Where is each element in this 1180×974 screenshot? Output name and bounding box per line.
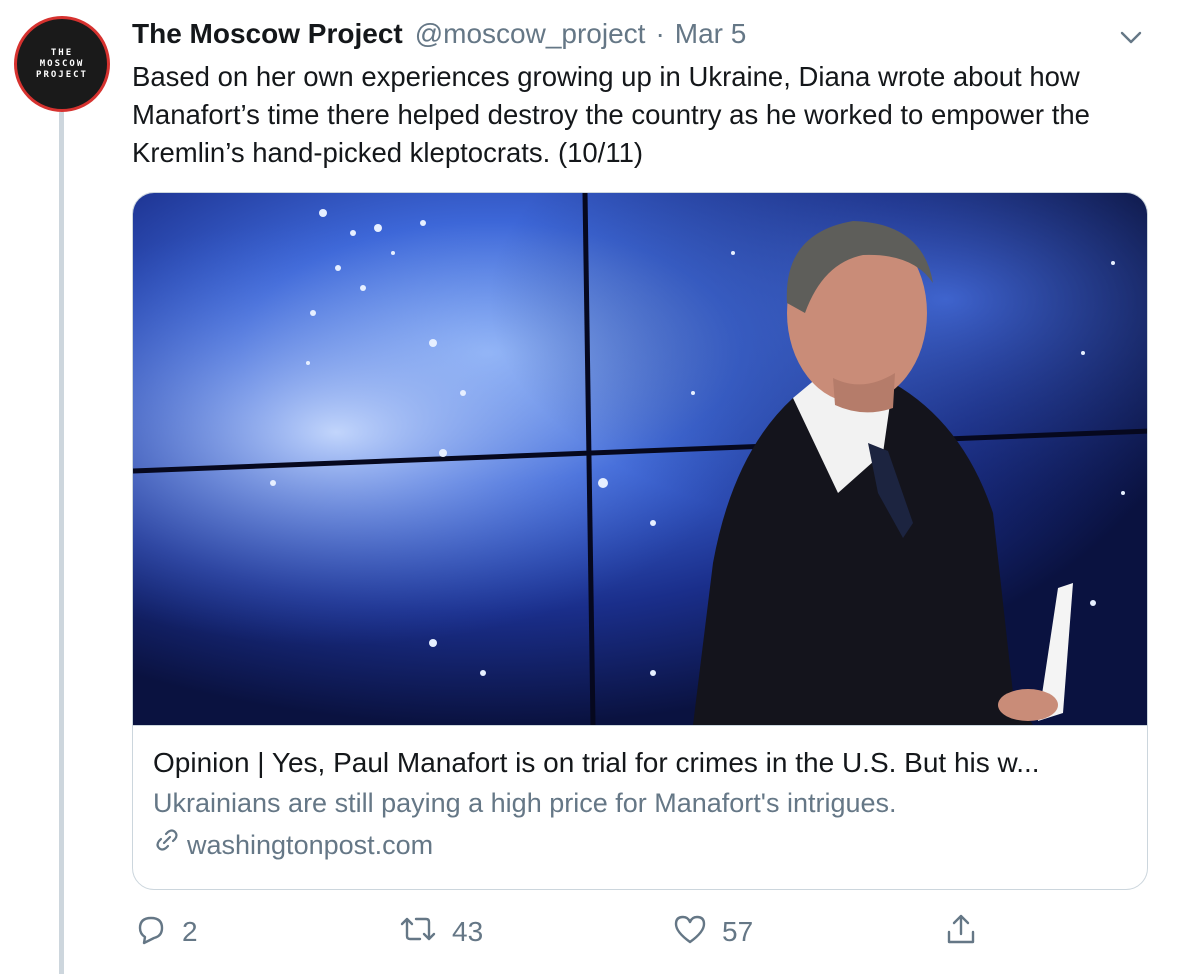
card-photo [133,193,1147,725]
reply-button[interactable]: 2 [134,908,198,956]
tweet-date[interactable]: Mar 5 [675,18,747,50]
thread-line [59,112,64,974]
avatar-text-line-1: THE [50,47,74,58]
link-icon [153,826,187,864]
caret-down-icon[interactable] [1118,24,1144,50]
retweet-icon [398,912,452,953]
reply-count: 2 [182,916,198,947]
like-icon [672,912,722,953]
like-button[interactable]: 57 [672,908,753,956]
card-domain: washingtonpost.com [153,826,1127,864]
tweet-text: Based on her own experiences growing up … [132,61,1090,168]
retweet-count: 43 [452,916,484,947]
avatar-text-line-2: MOSCOW [39,58,85,69]
reply-icon [134,912,182,953]
like-count: 57 [722,916,754,947]
card-domain-text: washingtonpost.com [187,830,434,860]
user-handle[interactable]: @moscow_project [415,18,646,50]
separator-dot: · [655,18,665,49]
avatar-text-line-3: PROJECT [36,69,88,80]
card-body[interactable]: Opinion | Yes, Paul Manafort is on trial… [133,725,1147,889]
card-image[interactable] [133,193,1147,725]
share-icon [944,912,992,953]
share-button[interactable] [944,908,992,956]
retweet-button[interactable]: 43 [398,908,483,956]
link-card[interactable]: Opinion | Yes, Paul Manafort is on trial… [132,192,1148,890]
card-description: Ukrainians are still paying a high price… [153,788,897,818]
card-title[interactable]: Opinion | Yes, Paul Manafort is on trial… [153,744,1127,782]
tweet-header: The Moscow Project @moscow_project · Mar… [132,14,1130,54]
display-name[interactable]: The Moscow Project [132,18,403,50]
tweet-actions: 2 43 57 [132,908,992,956]
avatar[interactable]: THE MOSCOW PROJECT [14,16,110,112]
